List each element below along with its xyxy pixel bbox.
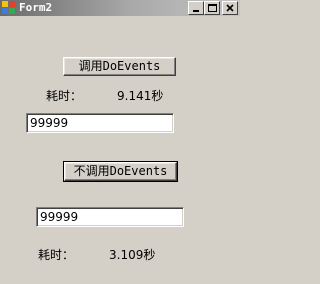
maximize-button[interactable] — [204, 1, 220, 15]
elapsed-value-1: 9.141秒 — [117, 89, 164, 103]
minimize-icon — [193, 10, 199, 12]
no-doevents-button[interactable]: 不调用DoEvents — [63, 161, 178, 182]
elapsed-label-2: 耗时： — [38, 248, 75, 262]
title-bar[interactable]: Form2 — [0, 0, 240, 16]
elapsed-value-2: 3.109秒 — [109, 248, 156, 262]
call-doevents-button[interactable]: 调用DoEvents — [63, 57, 176, 76]
count-input-2[interactable]: 99999 — [36, 207, 184, 227]
app-icon — [2, 1, 15, 14]
close-button[interactable] — [222, 1, 238, 15]
no-doevents-button-label: 不调用DoEvents — [73, 164, 168, 178]
minimize-button[interactable] — [188, 1, 204, 15]
maximize-icon — [208, 4, 217, 12]
call-doevents-button-label: 调用DoEvents — [78, 59, 161, 73]
close-icon — [226, 4, 234, 12]
form-window: Form2 调用DoEvents 耗时： 9.141秒 99999 不调用DoE… — [0, 0, 240, 284]
window-title: Form2 — [19, 1, 53, 14]
elapsed-label-1: 耗时： — [46, 89, 83, 103]
count-input-1[interactable]: 99999 — [26, 113, 174, 133]
